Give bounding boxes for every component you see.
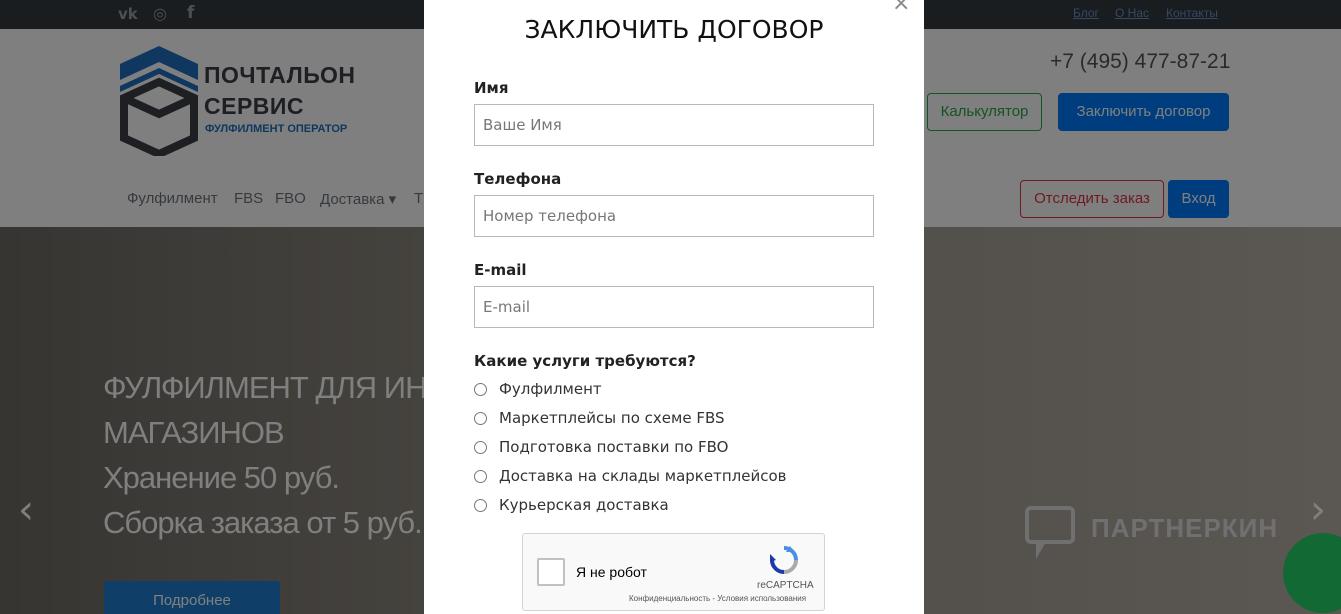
email-label: E-mail: [474, 261, 527, 279]
name-label: Имя: [474, 79, 509, 97]
radio-button[interactable]: [474, 499, 487, 512]
recaptcha-terms-link[interactable]: Конфиденциальность - Условия использован…: [629, 594, 806, 603]
contract-modal: × ЗАКЛЮЧИТЬ ДОГОВОР Имя Телефона E-mail …: [424, 0, 924, 614]
radio-button[interactable]: [474, 470, 487, 483]
radio-label: Фулфилмент: [499, 380, 602, 398]
recaptcha-icon: [770, 546, 798, 574]
radio-button[interactable]: [474, 412, 487, 425]
radio-label: Доставка на склады маркетплейсов: [499, 467, 787, 485]
name-input[interactable]: [474, 104, 874, 146]
modal-title: ЗАКЛЮЧИТЬ ДОГОВОР: [524, 15, 824, 44]
recaptcha-brand: reCAPTCHA: [757, 580, 814, 591]
phone-label: Телефона: [474, 170, 562, 188]
radio-label: Маркетплейсы по схеме FBS: [499, 409, 725, 427]
radio-label: Подготовка поставки по FBO: [499, 438, 729, 456]
close-icon[interactable]: ×: [892, 0, 910, 16]
recaptcha-widget: Я не робот reCAPTCHA Конфиденциальность …: [522, 533, 825, 611]
services-label: Какие услуги требуются?: [474, 352, 696, 370]
recaptcha-label: Я не робот: [576, 564, 647, 580]
radio-label: Курьерская доставка: [499, 496, 669, 514]
email-input[interactable]: [474, 286, 874, 328]
radio-button[interactable]: [474, 383, 487, 396]
recaptcha-checkbox[interactable]: [537, 558, 565, 586]
phone-input[interactable]: [474, 195, 874, 237]
radio-button[interactable]: [474, 441, 487, 454]
